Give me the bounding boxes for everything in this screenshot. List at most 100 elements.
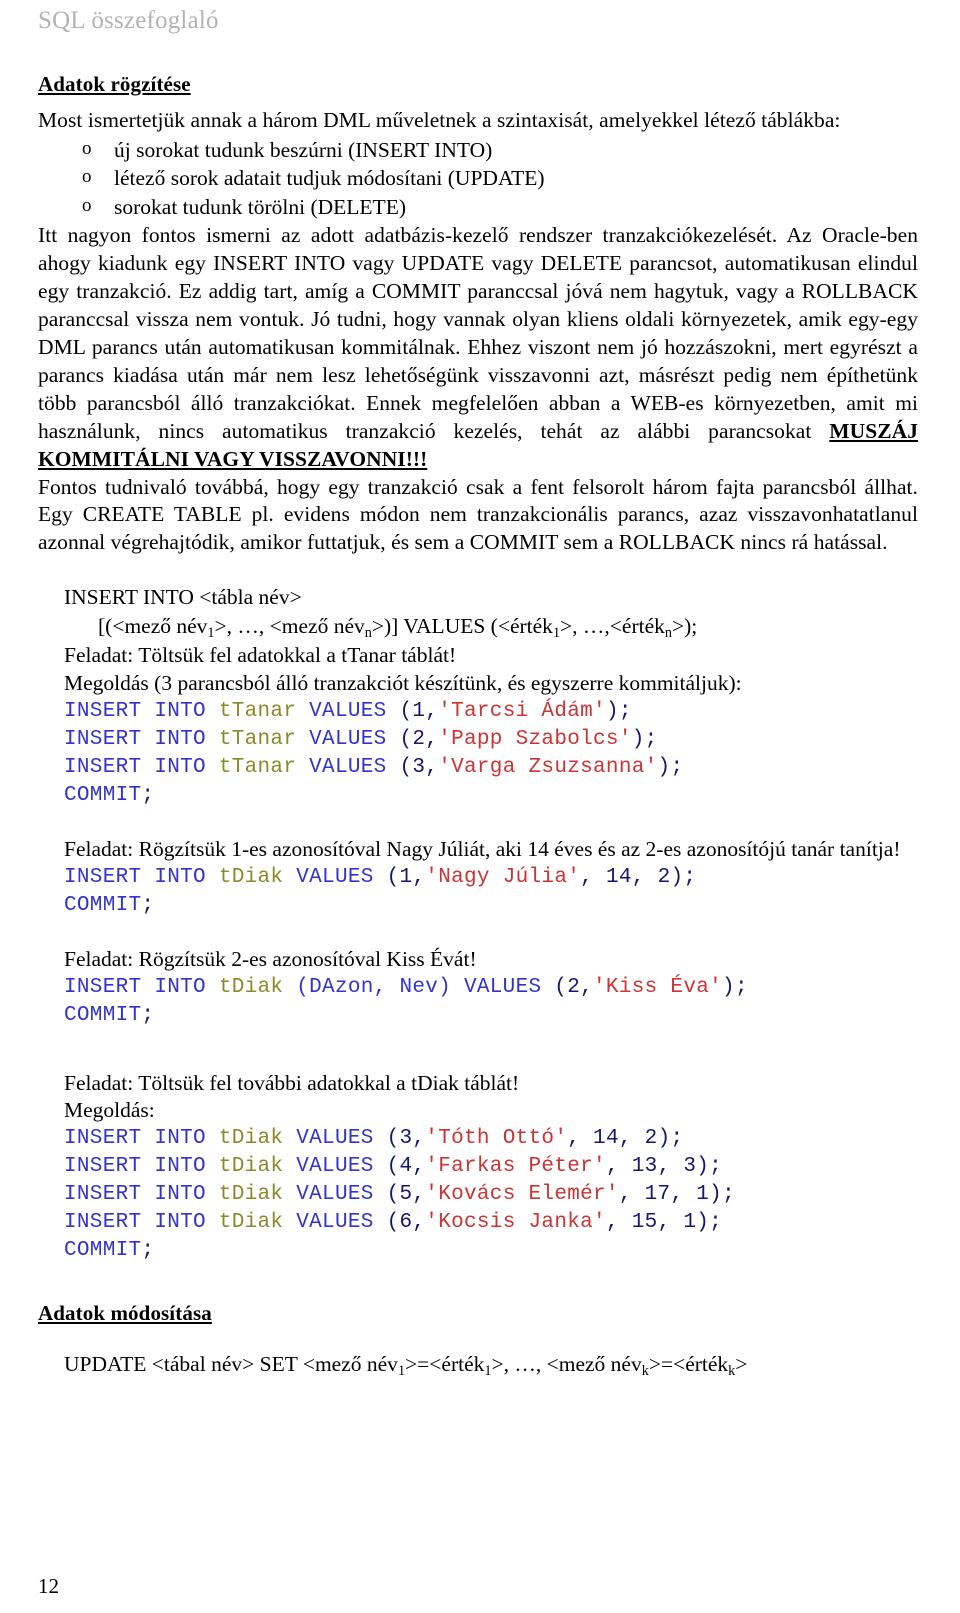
insert-syntax-line-2: [(<mező név1>, …, <mező névn>)] VALUES (… bbox=[38, 612, 918, 643]
sql-keyword-commit: COMMIT bbox=[64, 1003, 142, 1027]
code-block-tdiak-2: INSERT INTO tDiak (DAzon, Nev) VALUES (2… bbox=[38, 974, 918, 1030]
sql-number: 3 bbox=[399, 1127, 413, 1151]
sql-keyword-commit: COMMIT bbox=[64, 1239, 142, 1263]
sql-punct: , bbox=[412, 1183, 426, 1207]
sql-punct: ( bbox=[386, 1127, 400, 1151]
sql-keyword: INSERT INTO bbox=[64, 756, 219, 780]
sql-number: 15 bbox=[631, 1211, 658, 1235]
task-1-megoldas: Megoldás (3 parancsból álló tranzakciót … bbox=[64, 671, 742, 696]
sql-string: 'Kocsis Janka' bbox=[425, 1211, 606, 1235]
sql-string: 'Kovács Elemér' bbox=[425, 1183, 619, 1207]
sql-number: 2 bbox=[412, 728, 426, 752]
sql-number: 4 bbox=[399, 1155, 413, 1179]
sql-string: 'Nagy Júlia' bbox=[425, 865, 581, 889]
sql-punct: ( bbox=[386, 865, 400, 889]
sql-punct: ); bbox=[657, 756, 684, 780]
code-block-tdiak-1: INSERT INTO tDiak VALUES (1, 'Nagy Júlia'… bbox=[38, 864, 918, 920]
sql-punct: ); bbox=[657, 1127, 684, 1151]
subscript: n bbox=[664, 624, 672, 641]
sql-punct: ; bbox=[141, 893, 155, 917]
sql-string: 'Papp Szabolcs' bbox=[438, 728, 632, 752]
sql-punct: , bbox=[425, 700, 439, 724]
sql-punct: , bbox=[425, 728, 439, 752]
task-1-feladat: Feladat: Töltsük fel adatokkal a tTanar … bbox=[64, 643, 457, 668]
code-block-ttanar: INSERT INTO tTanar VALUES (1,'Tarcsi Ádá… bbox=[38, 698, 918, 810]
sql-keyword-commit: COMMIT bbox=[64, 893, 142, 917]
subscript: 1 bbox=[207, 624, 215, 641]
task-4-megoldas: Megoldás: bbox=[64, 1098, 155, 1123]
sql-punct: , bbox=[657, 1155, 684, 1179]
sql-number: 6 bbox=[399, 1211, 413, 1235]
subscript: 1 bbox=[397, 1362, 406, 1379]
sql-punct: , bbox=[605, 1211, 632, 1235]
sql-number: 5 bbox=[399, 1183, 413, 1207]
sql-punct: ); bbox=[631, 728, 658, 752]
sql-number: 1 bbox=[696, 1183, 710, 1207]
sql-number: 3 bbox=[683, 1155, 697, 1179]
sql-keyword: INSERT INTO bbox=[64, 1155, 219, 1179]
sql-punct: , bbox=[412, 1155, 426, 1179]
page-number: 12 bbox=[38, 1574, 59, 1598]
sql-number: 17 bbox=[644, 1183, 671, 1207]
sql-columns: (DAzon, Nev) bbox=[296, 975, 452, 999]
sql-number: 3 bbox=[412, 756, 426, 780]
sql-keyword: VALUES bbox=[296, 865, 387, 889]
sql-number: 1 bbox=[399, 865, 413, 889]
sql-number: 13 bbox=[631, 1155, 658, 1179]
code-block-tdiak-3: INSERT INTO tDiak VALUES (3,'Tóth Ottó',… bbox=[38, 1125, 918, 1265]
sql-keyword: VALUES bbox=[309, 728, 400, 752]
section-heading-adatok-modositasa: Adatok módosítása bbox=[38, 1300, 212, 1325]
insert-syntax-line-1: INSERT INTO <tábla név> bbox=[64, 585, 302, 610]
sql-punct: , bbox=[567, 1127, 594, 1151]
sql-punct: ); bbox=[605, 700, 632, 724]
sql-keyword: VALUES bbox=[296, 1183, 387, 1207]
sql-punct: , bbox=[425, 756, 439, 780]
syntax-part: >); bbox=[671, 613, 698, 638]
sql-table: tDiak bbox=[218, 865, 297, 889]
sql-keyword: VALUES bbox=[296, 1211, 387, 1235]
syntax-part: >)] VALUES (<érték bbox=[371, 613, 553, 638]
sql-keyword: VALUES bbox=[296, 1127, 387, 1151]
task-3-feladat: Feladat: Rögzítsük 2-es azonosítóval Kis… bbox=[64, 946, 477, 971]
syntax-part: >=<érték bbox=[648, 1351, 729, 1376]
sql-punct: ; bbox=[141, 1003, 155, 1027]
list-item: sorokat tudunk törölni (DELETE) bbox=[38, 193, 918, 221]
transaction-paragraph: Itt nagyon fontos ismerni az adott adatb… bbox=[38, 222, 918, 473]
dml-operations-list: új sorokat tudunk beszúrni (INSERT INTO)… bbox=[38, 136, 918, 221]
sql-table: tTanar bbox=[218, 728, 310, 752]
sql-keyword: VALUES bbox=[309, 756, 400, 780]
sql-number: 2 bbox=[644, 1127, 658, 1151]
sql-string: 'Kiss Éva' bbox=[593, 975, 723, 999]
sql-keyword: VALUES bbox=[451, 975, 555, 999]
subscript: k bbox=[641, 1362, 649, 1379]
sql-punct: ); bbox=[722, 975, 748, 999]
task-4-feladat: Feladat: Töltsük fel további adatokkal a… bbox=[64, 1070, 520, 1095]
sql-punct: , bbox=[618, 1183, 645, 1207]
sql-punct: ( bbox=[386, 1183, 400, 1207]
syntax-part: [(<mező név bbox=[98, 613, 208, 638]
sql-punct: , bbox=[618, 1127, 645, 1151]
sql-punct: ( bbox=[386, 1211, 400, 1235]
list-item: létező sorok adatait tudjuk módosítani (… bbox=[38, 164, 918, 192]
syntax-part: UPDATE <tábal név> SET <mező név bbox=[64, 1351, 398, 1376]
syntax-part: >, …, <mező név bbox=[491, 1351, 642, 1376]
sql-punct: ( bbox=[386, 1155, 400, 1179]
sql-table: tDiak bbox=[218, 1127, 297, 1151]
sql-punct: ( bbox=[554, 975, 568, 999]
sql-punct: , bbox=[412, 1211, 426, 1235]
sql-punct: , bbox=[412, 1127, 426, 1151]
sql-punct: , bbox=[580, 975, 594, 999]
sql-number: 2 bbox=[567, 975, 581, 999]
sql-punct: , bbox=[631, 865, 658, 889]
sql-table: tDiak bbox=[218, 1155, 297, 1179]
sql-number: 2 bbox=[657, 865, 671, 889]
update-syntax-line: UPDATE <tábal név> SET <mező név1 >=<érté… bbox=[38, 1350, 918, 1381]
sql-table: tTanar bbox=[218, 700, 310, 724]
sql-punct: ; bbox=[141, 1239, 155, 1263]
sql-keyword: INSERT INTO bbox=[64, 700, 219, 724]
sql-table: tDiak bbox=[218, 1211, 297, 1235]
list-item: új sorokat tudunk beszúrni (INSERT INTO) bbox=[38, 136, 918, 164]
sql-string: 'Varga Zsuzsanna' bbox=[438, 756, 658, 780]
sql-string: 'Farkas Péter' bbox=[425, 1155, 606, 1179]
sql-keyword: INSERT INTO bbox=[64, 865, 219, 889]
